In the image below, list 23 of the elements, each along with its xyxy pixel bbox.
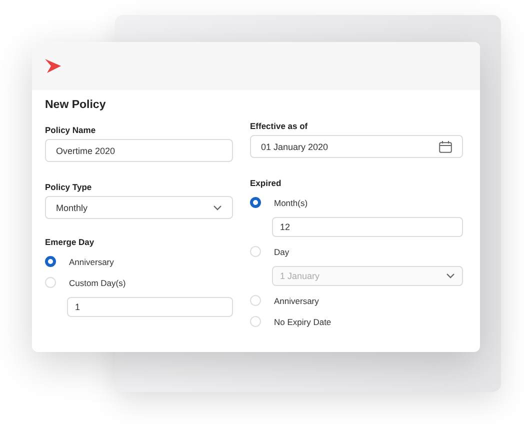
option-label: Anniversary xyxy=(274,296,319,306)
field-label: Effective as of xyxy=(250,121,309,131)
field-label: Policy Name xyxy=(45,125,97,135)
policy-type-dropdown[interactable]: Monthly xyxy=(45,196,233,219)
form-title: New Policy xyxy=(45,99,107,111)
date-field[interactable]: 01 January 2020 xyxy=(250,135,463,158)
input-field[interactable]: 1 xyxy=(67,297,233,317)
option-label: Month(s) xyxy=(274,198,308,208)
option-label: Custom Day(s) xyxy=(69,278,126,288)
radio-button[interactable] xyxy=(45,256,56,267)
option-label: Day xyxy=(274,246,290,256)
chevron-down-icon xyxy=(446,273,455,279)
option-label: No Expiry Date xyxy=(274,316,332,326)
calendar-icon xyxy=(439,140,452,152)
chevron-down-icon xyxy=(213,204,222,210)
radio-button[interactable] xyxy=(250,197,261,208)
logo-icon xyxy=(45,59,61,73)
input-field[interactable]: 12 xyxy=(272,217,463,237)
field-label: Policy Type xyxy=(45,182,93,192)
field-label: Expired xyxy=(250,178,282,188)
option-label: Anniversary xyxy=(69,256,114,266)
field-label: Emerge Day xyxy=(45,237,96,247)
policy-name-field[interactable]: Overtime 2020 xyxy=(45,139,233,162)
